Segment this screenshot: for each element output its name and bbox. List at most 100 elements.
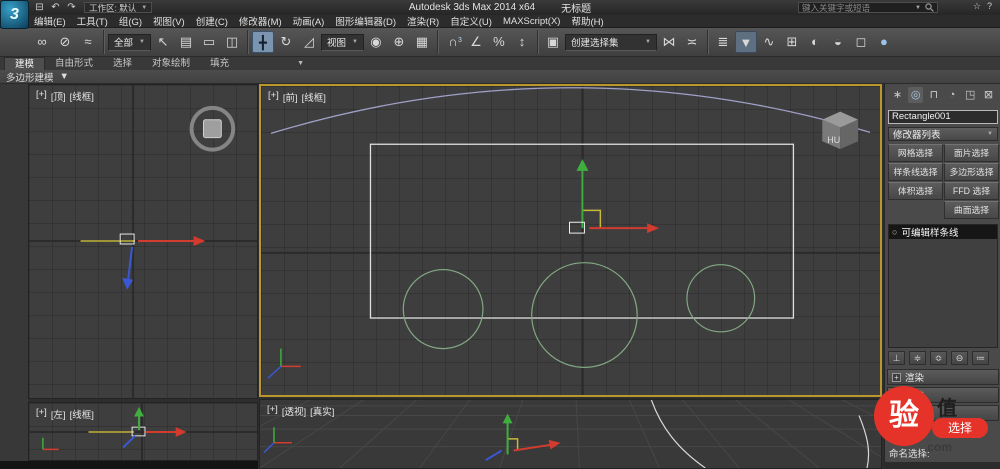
menu-maxscript[interactable]: MAXScript(X) xyxy=(503,16,561,27)
undo-icon[interactable]: ↶ xyxy=(49,2,62,13)
display-tab-icon[interactable]: ◳ xyxy=(963,87,978,103)
viewport-menu-plus[interactable]: [+] xyxy=(36,89,47,103)
rollout-selection[interactable]: + 选择 xyxy=(887,405,999,421)
schematic-view-icon[interactable]: ⊞ xyxy=(781,31,803,53)
layer-manager-icon[interactable]: ≣ xyxy=(712,31,734,53)
select-and-rotate-icon[interactable]: ↻ xyxy=(275,31,297,53)
window-crossing-icon[interactable]: ◫ xyxy=(221,31,243,53)
mirror-icon[interactable]: ⋈ xyxy=(658,31,680,53)
select-and-manipulate-icon[interactable]: ⊕ xyxy=(388,31,410,53)
curve-editor-icon[interactable]: ∿ xyxy=(758,31,780,53)
motion-tab-icon[interactable]: ◔ xyxy=(945,87,960,103)
graphite-ribbon-toggle-icon[interactable]: ▼ xyxy=(734,31,757,53)
stack-item-editable-spline[interactable]: ○ 可编辑样条线 xyxy=(889,225,997,239)
hierarchy-tab-icon[interactable]: ⊓ xyxy=(926,87,941,103)
lightbulb-icon[interactable]: ○ xyxy=(892,227,897,237)
percent-snap-icon[interactable]: % xyxy=(488,31,510,53)
configure-modifier-sets-icon[interactable]: ≔ xyxy=(972,351,989,365)
search-input[interactable]: 键入关键字或短语 ▼ xyxy=(798,2,938,13)
rendered-frame-window-icon[interactable]: ◻ xyxy=(850,31,872,53)
rollout-interpolation[interactable]: + 插值 xyxy=(887,387,999,403)
remove-modifier-icon[interactable]: ⊖ xyxy=(951,351,968,365)
redo-icon[interactable]: ↷ xyxy=(65,2,78,13)
surface-select-button[interactable]: 曲面选择 xyxy=(944,201,999,219)
snap-toggle-icon[interactable]: ∩ 3 xyxy=(442,31,464,53)
workspace-dropdown[interactable]: 工作区: 默认 ▼ xyxy=(84,2,153,13)
viewport-top[interactable]: [+] [顶] [线框] xyxy=(28,84,258,399)
expand-icon[interactable]: + xyxy=(892,390,901,400)
render-production-icon[interactable]: ● xyxy=(873,31,895,53)
named-selection-set-dropdown[interactable]: 创建选择集 ▼ xyxy=(564,33,657,51)
unlink-selection-icon[interactable]: ⊘ xyxy=(54,31,76,53)
spline-select-button[interactable]: 样条线选择 xyxy=(888,163,943,181)
ribbon-tab-modeling[interactable]: 建模 xyxy=(4,57,46,70)
select-and-scale-icon[interactable]: ◿ xyxy=(298,31,320,53)
menu-edit[interactable]: 编辑(E) xyxy=(34,14,66,28)
menu-views[interactable]: 视图(V) xyxy=(153,14,185,28)
rectangular-selection-region-icon[interactable]: ▭ xyxy=(198,31,220,53)
select-object-icon[interactable]: ↖ xyxy=(152,31,174,53)
make-unique-icon[interactable]: ≎ xyxy=(930,351,947,365)
favorites-icon[interactable]: ☆ xyxy=(973,1,981,12)
select-and-move-icon[interactable]: ╋ xyxy=(251,31,274,53)
ribbon-tab-freeform[interactable]: 自由形式 xyxy=(45,57,103,70)
viewport-menu-view[interactable]: [前] xyxy=(283,90,298,104)
selection-filter-dropdown[interactable]: 全部 ▼ xyxy=(108,33,151,51)
select-and-link-icon[interactable]: ∞ xyxy=(31,31,53,53)
patch-select-button[interactable]: 面片选择 xyxy=(944,144,999,162)
modify-tab-icon[interactable]: ◎ xyxy=(908,87,924,103)
ribbon-minimize-icon[interactable]: ▼ xyxy=(297,57,304,70)
reference-coordinate-dropdown[interactable]: 视图 ▼ xyxy=(320,33,364,51)
object-name-field[interactable]: Rectangle001 xyxy=(888,110,998,124)
material-editor-icon[interactable]: ◐ xyxy=(804,31,826,53)
viewport-menu-plus[interactable]: [+] xyxy=(268,90,279,104)
select-by-name-icon[interactable]: ▤ xyxy=(175,31,197,53)
menu-modifiers[interactable]: 修改器(M) xyxy=(239,14,282,28)
modifier-stack[interactable]: ○ 可编辑样条线 xyxy=(888,224,998,348)
ffd-select-button[interactable]: FFD 选择 xyxy=(944,182,999,200)
pin-stack-icon[interactable]: ⊥ xyxy=(888,351,905,365)
viewport-left[interactable]: [+] [左] [线框] xyxy=(28,402,258,461)
ribbon-tab-object-paint[interactable]: 对象绘制 xyxy=(142,57,200,70)
render-setup-icon[interactable]: ◒ xyxy=(827,31,849,53)
ribbon-tab-selection[interactable]: 选择 xyxy=(103,57,142,70)
align-icon[interactable]: ≍ xyxy=(681,31,703,53)
viewport-menu-shading[interactable]: [真实] xyxy=(310,404,334,418)
keyboard-shortcut-override-icon[interactable]: ▦ xyxy=(411,31,433,53)
mesh-select-button[interactable]: 网格选择 xyxy=(888,144,943,162)
viewport-front-active[interactable]: [+] [前] [线框] HU xyxy=(259,84,882,397)
expand-icon[interactable]: + xyxy=(892,372,901,382)
save-icon[interactable]: ⊟ xyxy=(33,2,46,13)
modifier-list-dropdown[interactable]: 修改器列表 ▼ xyxy=(888,127,998,141)
menu-create[interactable]: 创建(C) xyxy=(196,14,228,28)
help-icon[interactable]: ? xyxy=(987,1,992,12)
expand-icon[interactable]: + xyxy=(892,408,901,418)
spinner-snap-icon[interactable]: ↕ xyxy=(511,31,533,53)
app-logo-button[interactable]: 3 xyxy=(0,0,29,29)
rollout-rendering[interactable]: + 渲染 xyxy=(887,369,999,385)
viewport-menu-shading[interactable]: [线框] xyxy=(70,407,94,421)
viewport-menu-view[interactable]: [透视] xyxy=(282,404,306,418)
create-tab-icon[interactable]: ∗ xyxy=(890,87,905,103)
viewport-menu-shading[interactable]: [线框] xyxy=(70,89,94,103)
menu-rendering[interactable]: 渲染(R) xyxy=(407,14,439,28)
viewport-menu-view[interactable]: [左] xyxy=(51,407,66,421)
poly-select-button[interactable]: 多边形选择 xyxy=(944,163,999,181)
utilities-tab-icon[interactable]: ⊠ xyxy=(981,87,996,103)
menu-animation[interactable]: 动画(A) xyxy=(293,14,325,28)
angle-snap-icon[interactable]: ∠ xyxy=(465,31,487,53)
menu-group[interactable]: 组(G) xyxy=(119,14,142,28)
viewport-perspective[interactable]: [+] [透视] [真实] xyxy=(259,399,882,469)
bind-to-space-warp-icon[interactable]: ≈ xyxy=(77,31,99,53)
menu-help[interactable]: 帮助(H) xyxy=(571,14,603,28)
ribbon-panel-polygon-modeling[interactable]: 多边形建模 xyxy=(6,70,54,84)
show-end-result-icon[interactable]: ≑ xyxy=(909,351,926,365)
use-pivot-center-icon[interactable]: ◉ xyxy=(365,31,387,53)
ribbon-tab-populate[interactable]: 填充 xyxy=(200,57,239,70)
menu-tools[interactable]: 工具(T) xyxy=(77,14,108,28)
volume-select-button[interactable]: 体积选择 xyxy=(888,182,943,200)
viewport-menu-view[interactable]: [顶] xyxy=(51,89,66,103)
edit-named-selection-sets-icon[interactable]: ▣ xyxy=(542,31,564,53)
viewport-menu-plus[interactable]: [+] xyxy=(36,407,47,421)
viewport-menu-plus[interactable]: [+] xyxy=(267,404,278,418)
